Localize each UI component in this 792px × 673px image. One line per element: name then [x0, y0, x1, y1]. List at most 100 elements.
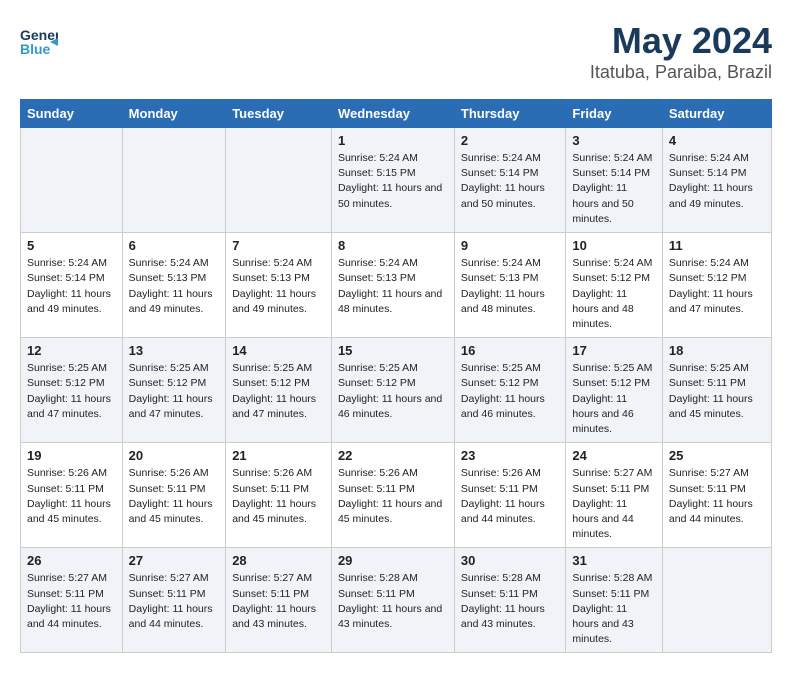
day-detail: Sunrise: 5:27 AM Sunset: 5:11 PM Dayligh…: [572, 466, 655, 542]
day-detail: Sunrise: 5:26 AM Sunset: 5:11 PM Dayligh…: [129, 466, 220, 527]
day-detail: Sunrise: 5:27 AM Sunset: 5:11 PM Dayligh…: [27, 571, 116, 632]
calendar-cell: 17 Sunrise: 5:25 AM Sunset: 5:12 PM Dayli…: [566, 338, 662, 443]
day-detail: Sunrise: 5:24 AM Sunset: 5:14 PM Dayligh…: [27, 256, 116, 317]
day-number: 16: [461, 343, 559, 358]
day-number: 8: [338, 238, 448, 253]
calendar-cell: 4Sunrise: 5:24 AM Sunset: 5:14 PM Daylig…: [662, 128, 771, 233]
weekday-header: Sunday: [21, 100, 123, 128]
calendar-cell: 1 Sunrise: 5:24 AM Sunset: 5:15 PM Daylig…: [331, 128, 454, 233]
day-detail: Sunrise: 5:25 AM Sunset: 5:12 PM Dayligh…: [27, 361, 116, 422]
day-number: 6: [129, 238, 220, 253]
day-number: 3: [572, 133, 655, 148]
day-number: 18: [669, 343, 765, 358]
calendar-cell: 5 Sunrise: 5:24 AM Sunset: 5:14 PM Daylig…: [21, 233, 123, 338]
day-detail: Sunrise: 5:24 AM Sunset: 5:13 PM Dayligh…: [461, 256, 559, 317]
header: General Blue May 2024 Itatuba, Paraiba, …: [20, 20, 772, 83]
day-detail: Sunrise: 5:24 AM Sunset: 5:13 PM Dayligh…: [129, 256, 220, 317]
day-number: 27: [129, 553, 220, 568]
day-number: 12: [27, 343, 116, 358]
calendar-cell: 31Sunrise: 5:28 AM Sunset: 5:11 PM Dayli…: [566, 548, 662, 653]
day-detail: Sunrise: 5:25 AM Sunset: 5:12 PM Dayligh…: [232, 361, 325, 422]
day-detail: Sunrise: 5:24 AM Sunset: 5:15 PM Dayligh…: [338, 151, 448, 212]
day-number: 22: [338, 448, 448, 463]
day-detail: Sunrise: 5:27 AM Sunset: 5:11 PM Dayligh…: [669, 466, 765, 527]
calendar-cell: 15Sunrise: 5:25 AM Sunset: 5:12 PM Dayli…: [331, 338, 454, 443]
day-number: 17: [572, 343, 655, 358]
day-detail: Sunrise: 5:24 AM Sunset: 5:14 PM Dayligh…: [669, 151, 765, 212]
calendar-cell: [21, 128, 123, 233]
calendar-cell: 13 Sunrise: 5:25 AM Sunset: 5:12 PM Dayli…: [122, 338, 226, 443]
calendar-cell: 16Sunrise: 5:25 AM Sunset: 5:12 PM Dayli…: [454, 338, 565, 443]
day-detail: Sunrise: 5:24 AM Sunset: 5:12 PM Dayligh…: [572, 256, 655, 332]
day-number: 23: [461, 448, 559, 463]
title-area: May 2024 Itatuba, Paraiba, Brazil: [590, 20, 772, 83]
calendar-cell: 23 Sunrise: 5:26 AM Sunset: 5:11 PM Dayli…: [454, 443, 565, 548]
day-number: 14: [232, 343, 325, 358]
calendar-cell: 27 Sunrise: 5:27 AM Sunset: 5:11 PM Dayli…: [122, 548, 226, 653]
calendar-week-row: 5 Sunrise: 5:24 AM Sunset: 5:14 PM Daylig…: [21, 233, 772, 338]
day-detail: Sunrise: 5:24 AM Sunset: 5:14 PM Dayligh…: [461, 151, 559, 212]
calendar-week-row: 12 Sunrise: 5:25 AM Sunset: 5:12 PM Dayli…: [21, 338, 772, 443]
weekday-header: Wednesday: [331, 100, 454, 128]
main-title: May 2024: [590, 20, 772, 62]
day-number: 28: [232, 553, 325, 568]
day-number: 20: [129, 448, 220, 463]
calendar-week-row: 1 Sunrise: 5:24 AM Sunset: 5:15 PM Daylig…: [21, 128, 772, 233]
calendar-cell: 6 Sunrise: 5:24 AM Sunset: 5:13 PM Daylig…: [122, 233, 226, 338]
day-number: 26: [27, 553, 116, 568]
calendar-cell: 21Sunrise: 5:26 AM Sunset: 5:11 PM Dayli…: [226, 443, 332, 548]
calendar-cell: 29 Sunrise: 5:28 AM Sunset: 5:11 PM Dayli…: [331, 548, 454, 653]
calendar-week-row: 19 Sunrise: 5:26 AM Sunset: 5:11 PM Dayli…: [21, 443, 772, 548]
calendar-table: SundayMondayTuesdayWednesdayThursdayFrid…: [20, 99, 772, 653]
calendar-cell: 26 Sunrise: 5:27 AM Sunset: 5:11 PM Dayli…: [21, 548, 123, 653]
weekday-header: Thursday: [454, 100, 565, 128]
calendar-cell: 28 Sunrise: 5:27 AM Sunset: 5:11 PM Dayli…: [226, 548, 332, 653]
day-number: 30: [461, 553, 559, 568]
calendar-cell: 22Sunrise: 5:26 AM Sunset: 5:11 PM Dayli…: [331, 443, 454, 548]
day-detail: Sunrise: 5:27 AM Sunset: 5:11 PM Dayligh…: [232, 571, 325, 632]
day-detail: Sunrise: 5:28 AM Sunset: 5:11 PM Dayligh…: [461, 571, 559, 632]
day-number: 13: [129, 343, 220, 358]
calendar-cell: 10 Sunrise: 5:24 AM Sunset: 5:12 PM Dayli…: [566, 233, 662, 338]
day-detail: Sunrise: 5:24 AM Sunset: 5:12 PM Dayligh…: [669, 256, 765, 317]
calendar-cell: 25Sunrise: 5:27 AM Sunset: 5:11 PM Dayli…: [662, 443, 771, 548]
day-detail: Sunrise: 5:27 AM Sunset: 5:11 PM Dayligh…: [129, 571, 220, 632]
day-detail: Sunrise: 5:28 AM Sunset: 5:11 PM Dayligh…: [572, 571, 655, 647]
day-number: 24: [572, 448, 655, 463]
day-number: 10: [572, 238, 655, 253]
calendar-cell: 8 Sunrise: 5:24 AM Sunset: 5:13 PM Daylig…: [331, 233, 454, 338]
logo: General Blue: [20, 20, 58, 58]
day-number: 21: [232, 448, 325, 463]
day-number: 1: [338, 133, 448, 148]
calendar-cell: [122, 128, 226, 233]
day-number: 19: [27, 448, 116, 463]
day-number: 5: [27, 238, 116, 253]
day-detail: Sunrise: 5:25 AM Sunset: 5:12 PM Dayligh…: [572, 361, 655, 437]
calendar-cell: 12 Sunrise: 5:25 AM Sunset: 5:12 PM Dayli…: [21, 338, 123, 443]
svg-text:Blue: Blue: [20, 41, 51, 57]
day-detail: Sunrise: 5:28 AM Sunset: 5:11 PM Dayligh…: [338, 571, 448, 632]
day-number: 11: [669, 238, 765, 253]
calendar-cell: 18Sunrise: 5:25 AM Sunset: 5:11 PM Dayli…: [662, 338, 771, 443]
calendar-week-row: 26 Sunrise: 5:27 AM Sunset: 5:11 PM Dayli…: [21, 548, 772, 653]
calendar-cell: 7Sunrise: 5:24 AM Sunset: 5:13 PM Daylig…: [226, 233, 332, 338]
day-number: 29: [338, 553, 448, 568]
calendar-body: 1 Sunrise: 5:24 AM Sunset: 5:15 PM Daylig…: [21, 128, 772, 653]
calendar-cell: 20 Sunrise: 5:26 AM Sunset: 5:11 PM Dayli…: [122, 443, 226, 548]
calendar-cell: 19Sunrise: 5:26 AM Sunset: 5:11 PM Dayli…: [21, 443, 123, 548]
day-detail: Sunrise: 5:26 AM Sunset: 5:11 PM Dayligh…: [461, 466, 559, 527]
day-detail: Sunrise: 5:24 AM Sunset: 5:13 PM Dayligh…: [338, 256, 448, 317]
calendar-cell: [226, 128, 332, 233]
day-detail: Sunrise: 5:25 AM Sunset: 5:12 PM Dayligh…: [129, 361, 220, 422]
calendar-header: SundayMondayTuesdayWednesdayThursdayFrid…: [21, 100, 772, 128]
calendar-cell: 14 Sunrise: 5:25 AM Sunset: 5:12 PM Dayli…: [226, 338, 332, 443]
day-number: 2: [461, 133, 559, 148]
sub-title: Itatuba, Paraiba, Brazil: [590, 62, 772, 83]
day-detail: Sunrise: 5:24 AM Sunset: 5:14 PM Dayligh…: [572, 151, 655, 227]
weekday-header: Monday: [122, 100, 226, 128]
day-number: 9: [461, 238, 559, 253]
calendar-cell: 11 Sunrise: 5:24 AM Sunset: 5:12 PM Dayli…: [662, 233, 771, 338]
calendar-cell: [662, 548, 771, 653]
weekday-header: Saturday: [662, 100, 771, 128]
calendar-cell: 9 Sunrise: 5:24 AM Sunset: 5:13 PM Daylig…: [454, 233, 565, 338]
